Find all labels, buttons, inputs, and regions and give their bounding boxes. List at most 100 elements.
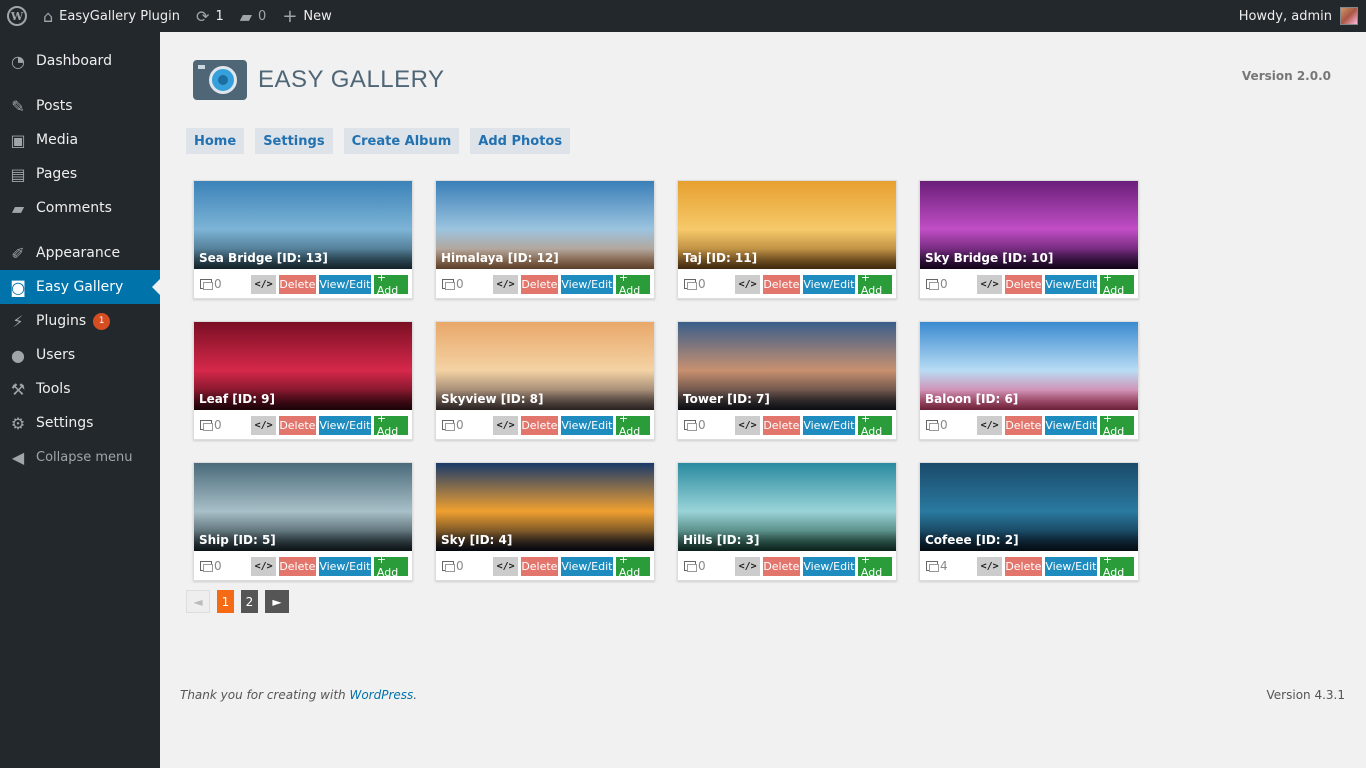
add-photo-button[interactable]: + Add: [373, 271, 408, 297]
collapse-menu-button[interactable]: ◀ Collapse menu: [0, 440, 160, 474]
sidebar-item-appearance[interactable]: ✐ Appearance: [0, 236, 160, 270]
next-page-button[interactable]: ►: [265, 590, 289, 613]
pagination: ◄ 1 2 ►: [186, 590, 296, 613]
shortcode-button[interactable]: </>: [735, 556, 760, 576]
delete-button[interactable]: Delete: [520, 556, 558, 576]
tab-home[interactable]: Home: [186, 128, 245, 154]
tab-settings[interactable]: Settings: [255, 128, 333, 154]
sidebar-item-settings[interactable]: ⚙ Settings: [0, 406, 160, 440]
wrench-icon: ⚒: [10, 379, 26, 399]
view-edit-button[interactable]: View/Edit: [802, 415, 855, 435]
sidebar-item-easy-gallery[interactable]: ◙ Easy Gallery: [0, 270, 160, 304]
add-photo-button[interactable]: + Add: [1099, 553, 1134, 579]
album-thumbnail[interactable]: Sky Bridge [ID: 10]: [920, 181, 1138, 269]
view-edit-button[interactable]: View/Edit: [318, 274, 371, 294]
add-photo-button[interactable]: + Add: [1099, 271, 1134, 297]
delete-button[interactable]: Delete: [278, 274, 316, 294]
album-thumbnail[interactable]: Cofeee [ID: 2]: [920, 463, 1138, 551]
sidebar-item-tools[interactable]: ⚒ Tools: [0, 372, 160, 406]
delete-button[interactable]: Delete: [278, 415, 316, 435]
view-edit-button[interactable]: View/Edit: [318, 415, 371, 435]
album-thumbnail[interactable]: Hills [ID: 3]: [678, 463, 896, 551]
site-name-link[interactable]: ⌂ EasyGallery Plugin: [35, 0, 188, 32]
delete-button[interactable]: Delete: [520, 274, 558, 294]
add-photo-button[interactable]: + Add: [615, 553, 650, 579]
view-edit-button[interactable]: View/Edit: [1044, 415, 1097, 435]
updates-link[interactable]: ⟳ 1: [188, 0, 232, 32]
shortcode-button[interactable]: </>: [251, 556, 276, 576]
delete-button[interactable]: Delete: [1004, 556, 1042, 576]
add-photo-button[interactable]: + Add: [857, 412, 892, 438]
view-edit-button[interactable]: View/Edit: [318, 556, 371, 576]
wp-version: Version 4.3.1: [1266, 688, 1345, 702]
avatar: [1340, 7, 1358, 25]
delete-button[interactable]: Delete: [278, 556, 316, 576]
sidebar-item-media[interactable]: ▣ Media: [0, 123, 160, 157]
photo-count-value: 0: [698, 277, 706, 291]
album-thumbnail[interactable]: Ship [ID: 5]: [194, 463, 412, 551]
album-toolbar: 0 </> Delete View/Edit + Add: [194, 410, 412, 440]
wp-logo-menu[interactable]: W: [0, 0, 35, 32]
my-account[interactable]: Howdy, admin: [1239, 7, 1366, 25]
add-photo-button[interactable]: + Add: [373, 412, 408, 438]
album-thumbnail[interactable]: Tower [ID: 7]: [678, 322, 896, 410]
photos-icon: [926, 279, 939, 290]
dashboard-icon: ◔: [11, 51, 25, 71]
view-edit-button[interactable]: View/Edit: [1044, 274, 1097, 294]
shortcode-button[interactable]: </>: [977, 556, 1002, 576]
page-2-button[interactable]: 2: [241, 590, 258, 613]
shortcode-button[interactable]: </>: [735, 274, 760, 294]
delete-button[interactable]: Delete: [1004, 274, 1042, 294]
add-photo-button[interactable]: + Add: [857, 553, 892, 579]
delete-button[interactable]: Delete: [762, 556, 800, 576]
view-edit-button[interactable]: View/Edit: [802, 556, 855, 576]
sidebar-item-plugins[interactable]: ⚡ Plugins 1: [0, 304, 160, 338]
album-caption: Leaf [ID: 9]: [194, 390, 412, 410]
delete-button[interactable]: Delete: [520, 415, 558, 435]
sidebar-item-pages[interactable]: ▤ Pages: [0, 157, 160, 191]
sidebar-item-users[interactable]: ● Users: [0, 338, 160, 372]
new-content-link[interactable]: + New: [274, 0, 339, 32]
prev-page-button[interactable]: ◄: [186, 590, 210, 613]
plugin-version: Version 2.0.0: [1241, 69, 1331, 83]
shortcode-button[interactable]: </>: [251, 415, 276, 435]
view-edit-button[interactable]: View/Edit: [560, 274, 613, 294]
view-edit-button[interactable]: View/Edit: [560, 556, 613, 576]
page-1-button[interactable]: 1: [217, 590, 234, 613]
view-edit-button[interactable]: View/Edit: [802, 274, 855, 294]
add-photo-button[interactable]: + Add: [857, 271, 892, 297]
delete-button[interactable]: Delete: [762, 415, 800, 435]
comments-link[interactable]: ▰ 0: [232, 0, 275, 32]
delete-button[interactable]: Delete: [1004, 415, 1042, 435]
shortcode-button[interactable]: </>: [493, 415, 518, 435]
shortcode-button[interactable]: </>: [493, 274, 518, 294]
album-thumbnail[interactable]: Skyview [ID: 8]: [436, 322, 654, 410]
sidebar-item-dashboard[interactable]: ◔ Dashboard: [0, 44, 160, 78]
footer-thanks-suffix: .: [413, 688, 418, 702]
album-thumbnail[interactable]: Sea Bridge [ID: 13]: [194, 181, 412, 269]
album-thumbnail[interactable]: Himalaya [ID: 12]: [436, 181, 654, 269]
delete-button[interactable]: Delete: [762, 274, 800, 294]
tab-create-album[interactable]: Create Album: [343, 128, 460, 154]
add-photo-button[interactable]: + Add: [615, 271, 650, 297]
album-card: Cofeee [ID: 2] 4 </> Delete View/Edit + Add: [919, 462, 1139, 581]
add-photo-button[interactable]: + Add: [373, 553, 408, 579]
sidebar-item-posts[interactable]: ✎ Posts: [0, 89, 160, 123]
album-thumbnail[interactable]: Sky [ID: 4]: [436, 463, 654, 551]
add-photo-button[interactable]: + Add: [1099, 412, 1134, 438]
shortcode-button[interactable]: </>: [735, 415, 760, 435]
album-thumbnail[interactable]: Taj [ID: 11]: [678, 181, 896, 269]
tab-add-photos[interactable]: Add Photos: [470, 128, 571, 154]
wordpress-link[interactable]: WordPress: [349, 688, 413, 702]
shortcode-button[interactable]: </>: [977, 415, 1002, 435]
view-edit-button[interactable]: View/Edit: [1044, 556, 1097, 576]
shortcode-button[interactable]: </>: [251, 274, 276, 294]
sidebar-item-label: Pages: [36, 166, 78, 182]
sidebar-item-comments[interactable]: ▰ Comments: [0, 191, 160, 225]
view-edit-button[interactable]: View/Edit: [560, 415, 613, 435]
shortcode-button[interactable]: </>: [493, 556, 518, 576]
shortcode-button[interactable]: </>: [977, 274, 1002, 294]
album-thumbnail[interactable]: Baloon [ID: 6]: [920, 322, 1138, 410]
album-thumbnail[interactable]: Leaf [ID: 9]: [194, 322, 412, 410]
add-photo-button[interactable]: + Add: [615, 412, 650, 438]
